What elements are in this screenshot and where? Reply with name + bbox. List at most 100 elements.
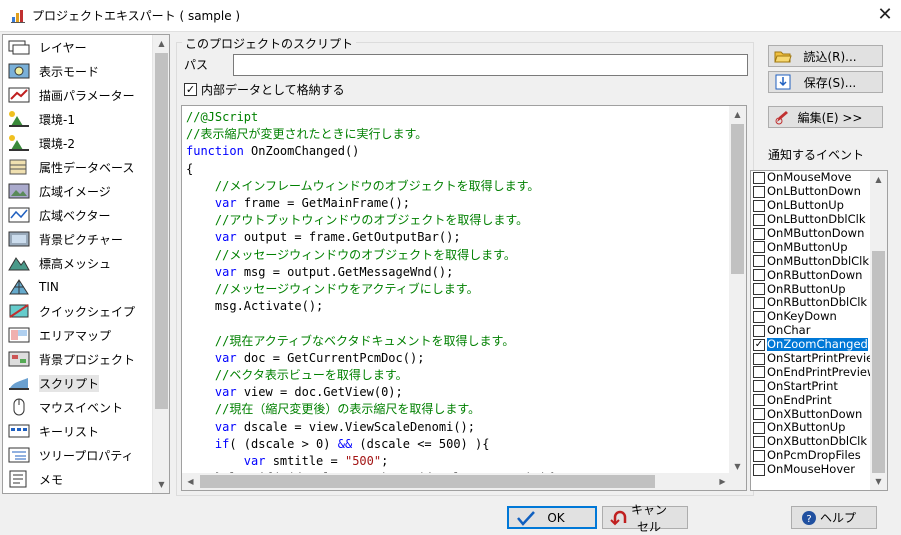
internal-data-checkbox-row[interactable]: ✓ 内部データとして格納する [184,81,345,98]
scroll-thumb[interactable] [872,251,885,473]
load-button[interactable]: 読込(R)... [768,45,883,67]
scroll-down-icon[interactable]: ▼ [153,476,169,493]
scroll-thumb[interactable] [200,475,655,488]
event-checkbox[interactable] [753,255,765,268]
event-item[interactable]: OnXButtonDblClk [751,435,887,449]
code-line: //メッセージウィンドウのオブジェクトを取得します。 [186,247,554,264]
sidebar-item[interactable]: 環境-2 [3,131,153,155]
event-checkbox[interactable] [753,352,765,365]
event-item[interactable]: OnLButtonDblClk [751,213,887,227]
editor-horizontal-scrollbar[interactable]: ◀ ▶ [182,473,731,490]
event-item[interactable]: OnEndPrint [751,393,887,407]
event-checkbox[interactable] [753,394,765,407]
event-list-scrollbar[interactable]: ▲ ▼ [870,171,887,490]
event-item[interactable]: OnPcmDropFiles [751,449,887,463]
event-checkbox[interactable]: ✓ [753,338,765,351]
event-checkbox[interactable] [753,324,765,337]
sidebar-item[interactable]: 背景ピクチャー [3,227,153,251]
sidebar-item[interactable]: 標高メッシュ [3,251,153,275]
script-editor[interactable]: //@JScript //表示縮尺が変更されたときに実行します。 function … [181,105,747,491]
sidebar-scrollbar[interactable]: ▲ ▼ [152,35,169,493]
sidebar-item[interactable]: 広域ベクター [3,203,153,227]
sidebar-item[interactable]: 環境-1 [3,107,153,131]
scroll-left-icon[interactable]: ◀ [182,473,199,490]
code-token: msg = output.GetMessageWnd(); [236,264,454,279]
close-button[interactable]: ✕ [869,0,901,32]
event-checkbox[interactable] [753,269,765,282]
sidebar-item[interactable]: エリアマップ [3,323,153,347]
event-item[interactable]: OnMButtonDblClk [751,254,887,268]
code-token: //表示縮尺が変更されたときに実行します。 [186,127,428,142]
edit-button[interactable]: 編集(E) >> [768,106,883,128]
event-item[interactable]: OnEndPrintPreview [751,365,887,379]
event-item[interactable]: OnLButtonUp [751,199,887,213]
event-checkbox[interactable] [753,241,765,254]
sidebar-item[interactable]: TIN [3,275,153,299]
code-line: //表示縮尺が変更されたときに実行します。 [186,126,554,143]
folder-open-icon [774,48,792,64]
scroll-down-icon[interactable]: ▼ [870,473,887,490]
sidebar-item[interactable]: スクリプト [3,371,153,395]
save-button[interactable]: 保存(S)... [768,71,883,93]
event-list[interactable]: OnMouseMove OnLButtonDown OnLButtonUp OnLBu… [750,170,888,491]
scroll-thumb[interactable] [731,124,744,274]
cancel-button[interactable]: キャンセル [602,503,688,534]
event-item[interactable]: OnRButtonDblClk [751,296,887,310]
event-checkbox[interactable] [753,408,765,421]
help-button[interactable]: ? ヘルプ [791,506,877,529]
sidebar-item[interactable]: 背景プロジェクト [3,347,153,371]
sidebar-item[interactable]: 広域イメージ [3,179,153,203]
event-checkbox[interactable] [753,171,765,184]
script-code[interactable]: //@JScript //表示縮尺が変更されたときに実行します。 function … [186,109,554,487]
event-checkbox[interactable] [753,213,765,226]
event-checkbox[interactable] [753,449,765,462]
event-checkbox[interactable] [753,310,765,323]
editor-vertical-scrollbar[interactable]: ▲ ▼ [729,106,746,475]
sidebar-item[interactable]: キーリスト [3,419,153,443]
event-checkbox[interactable] [753,227,765,240]
scroll-thumb[interactable] [155,53,168,409]
sidebar-item[interactable]: 属性データベース [3,155,153,179]
event-item[interactable]: OnMouseHover [751,463,887,477]
sidebar-item[interactable]: クイックシェイプ [3,299,153,323]
internal-data-checkbox[interactable]: ✓ [184,83,197,96]
event-item[interactable]: OnKeyDown [751,310,887,324]
scroll-up-icon[interactable]: ▲ [729,106,746,123]
event-checkbox[interactable] [753,283,765,296]
event-checkbox[interactable] [753,185,765,198]
sidebar-item[interactable]: マウスイベント [3,395,153,419]
sidebar-item-label: スクリプト [39,374,100,392]
sidebar-item[interactable]: 描画パラメーター [3,83,153,107]
event-item[interactable]: OnChar [751,324,887,338]
event-item[interactable]: OnLButtonDown [751,185,887,199]
event-item[interactable]: OnMButtonDown [751,227,887,241]
ok-button[interactable]: OK [507,506,597,529]
category-list[interactable]: レイヤー 表示モード 描画パラメーター 環境-1 環境-2 属性データベース 広域イメージ広… [2,34,170,494]
code-token: view = doc.GetView(0); [236,385,403,400]
event-checkbox[interactable] [753,435,765,448]
event-item[interactable]: ✓ OnZoomChanged [751,338,887,352]
event-item[interactable]: OnRButtonDown [751,268,887,282]
event-checkbox[interactable] [753,380,765,393]
event-item[interactable]: OnRButtonUp [751,282,887,296]
event-item[interactable]: OnXButtonDown [751,407,887,421]
event-checkbox[interactable] [753,421,765,434]
event-checkbox[interactable] [753,199,765,212]
path-input[interactable] [233,54,748,76]
event-checkbox[interactable] [753,296,765,309]
event-checkbox[interactable] [753,366,765,379]
scroll-up-icon[interactable]: ▲ [870,171,887,188]
event-item[interactable]: OnStartPrint [751,379,887,393]
sidebar-item-label: メモ [39,472,64,487]
sidebar-item[interactable]: 表示モード [3,59,153,83]
scroll-up-icon[interactable]: ▲ [153,35,169,52]
event-checkbox[interactable] [753,463,765,476]
sidebar-item[interactable]: レイヤー [3,35,153,59]
event-item[interactable]: OnMouseMove [751,171,887,185]
sidebar-item[interactable]: ツリープロパティ [3,443,153,467]
event-item[interactable]: OnStartPrintPreview [751,352,887,366]
event-item[interactable]: OnXButtonUp [751,421,887,435]
event-item[interactable]: OnMButtonUp [751,240,887,254]
sidebar-item[interactable]: メモ [3,467,153,491]
